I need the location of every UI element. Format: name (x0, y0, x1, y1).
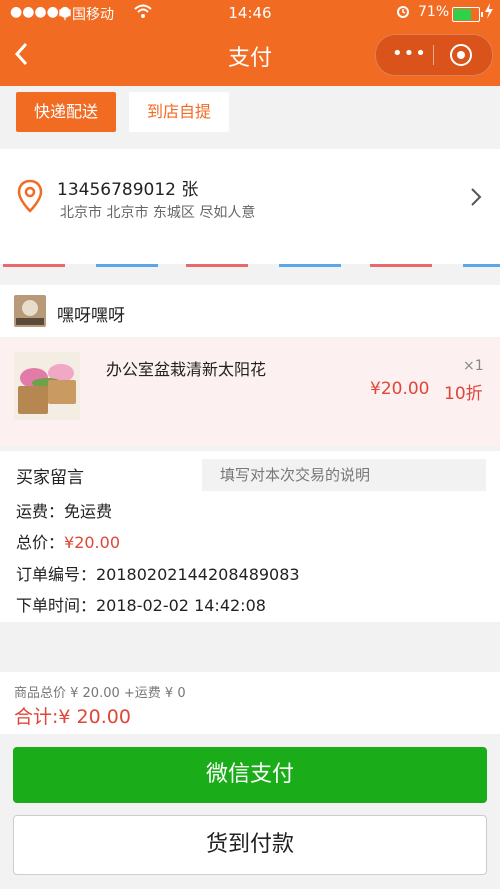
product-title: 办公室盆栽清新太阳花 (106, 360, 267, 379)
product-quantity: ×1 (463, 358, 484, 374)
shop-header: 嘿呀嘿呀 (0, 285, 500, 337)
shipping-fee: 运费：免运费 (16, 502, 113, 521)
tab-store-pickup[interactable]: 到店自提 (129, 92, 229, 132)
product-price: ¥20.00 (370, 379, 430, 399)
address-detail: 北京市 北京市 东城区 尽如人意 (60, 205, 256, 221)
shop-avatar (14, 295, 46, 327)
wechat-pay-button[interactable]: 微信支付 (13, 747, 487, 803)
status-bar: ●●●●● 中国移动 14:46 71% (0, 0, 500, 28)
buyer-message-label: 买家留言 (16, 468, 84, 488)
capsule-divider (433, 45, 434, 65)
cash-on-delivery-button[interactable]: 货到付款 (13, 815, 487, 875)
address-card[interactable]: 13456789012 张 北京市 北京市 东城区 尽如人意 (0, 149, 500, 267)
total-price-row: 总价：¥20.00 (16, 529, 120, 553)
buyer-message-input[interactable] (202, 459, 486, 491)
total-price-value: ¥20.00 (64, 533, 120, 552)
more-menu-button[interactable]: ••• (392, 43, 427, 64)
recipient-name-phone: 13456789012 张 (57, 180, 199, 200)
order-info: 买家留言 运费：免运费 总价：¥20.00 订单编号：2018020214420… (0, 451, 500, 622)
mini-program-capsule: ••• (375, 34, 493, 76)
order-time: 下单时间：2018-02-02 14:42:08 (16, 596, 266, 615)
shop-name: 嘿呀嘿呀 (57, 306, 125, 326)
product-item: 办公室盆栽清新太阳花 ×1 ¥20.00 10折 (0, 338, 500, 446)
location-pin-icon (17, 179, 43, 217)
alarm-icon (395, 3, 411, 23)
tab-express-delivery[interactable]: 快递配送 (16, 92, 116, 132)
order-number: 订单编号：20180202144208489083 (16, 565, 300, 584)
battery-percent: 71% (418, 4, 450, 20)
chevron-right-icon (470, 187, 482, 213)
grand-total: 合计:¥ 20.00 (14, 706, 131, 728)
close-mini-program-button[interactable] (450, 44, 472, 66)
subtotal-line: 商品总价 ¥ 20.00 +运费 ¥ 0 (14, 686, 186, 701)
price-summary: 商品总价 ¥ 20.00 +运费 ¥ 0 合计:¥ 20.00 (0, 672, 500, 734)
product-discount: 10折 (444, 384, 483, 404)
delivery-tabs: 快递配送 到店自提 (0, 86, 500, 138)
charging-icon (484, 3, 494, 23)
total-price-label: 总价： (16, 533, 65, 552)
product-image (14, 352, 80, 420)
battery-icon (452, 7, 483, 22)
envelope-stripe (0, 264, 500, 268)
